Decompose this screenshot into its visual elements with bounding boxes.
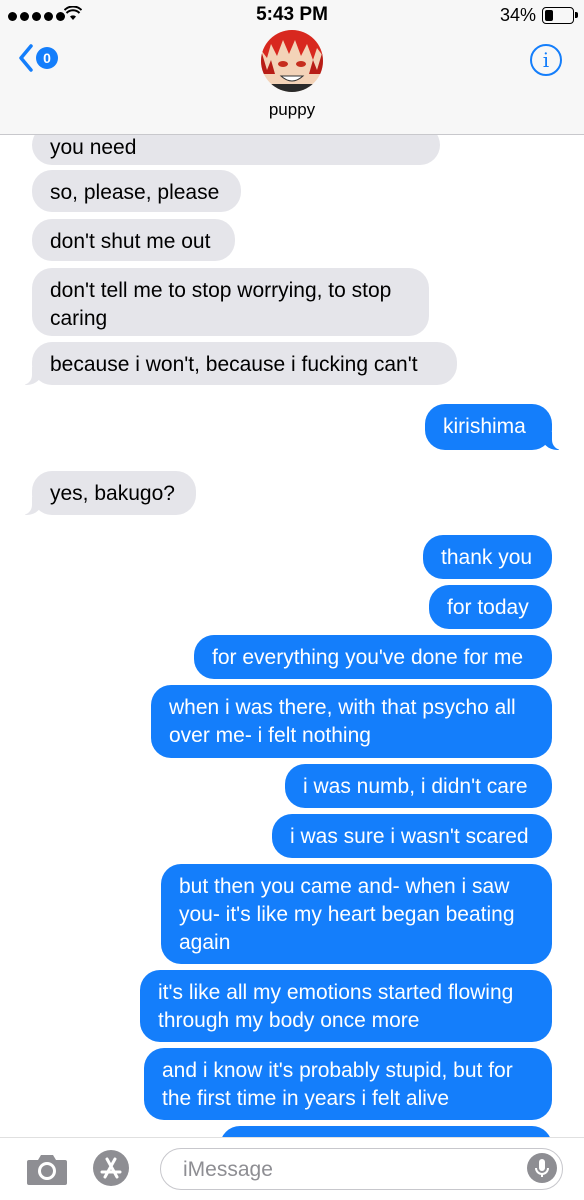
back-button[interactable]: 0 bbox=[18, 44, 58, 72]
message-bubble[interactable]: don't tell me to stop worrying, to stop … bbox=[32, 268, 429, 336]
battery-icon bbox=[542, 7, 578, 24]
battery-percent: 34% bbox=[499, 5, 536, 25]
message-bubble[interactable]: i was numb, i didn't care bbox=[285, 764, 552, 808]
microphone-button[interactable] bbox=[527, 1153, 557, 1183]
message-bubble[interactable]: it's like all my emotions started flowin… bbox=[140, 970, 552, 1042]
app-store-button[interactable] bbox=[93, 1150, 129, 1186]
message-bubble[interactable]: kirishima bbox=[425, 404, 564, 450]
message-bubble[interactable]: you need bbox=[32, 135, 440, 165]
message-bubble[interactable]: because i won't, because i fucking can't bbox=[20, 342, 457, 385]
message-bubble[interactable]: when i was there, with that psycho all o… bbox=[151, 685, 552, 758]
message-list[interactable]: you need so, please, please don't shut m… bbox=[0, 135, 584, 1138]
message-bubble[interactable]: for everything you've done for me bbox=[194, 635, 552, 679]
avatar[interactable] bbox=[261, 30, 323, 92]
message-bubble[interactable]: but then you came and- when i saw you- i… bbox=[161, 864, 552, 964]
message-bubble[interactable]: for today bbox=[429, 585, 552, 629]
message-field[interactable] bbox=[160, 1148, 563, 1190]
microphone-icon bbox=[535, 1159, 549, 1177]
unread-badge: 0 bbox=[36, 47, 58, 69]
conversation-header: 0 puppy i bbox=[0, 30, 584, 135]
app-store-icon bbox=[100, 1157, 122, 1179]
message-bubble[interactable]: don't shut me out bbox=[32, 219, 235, 261]
camera-icon[interactable] bbox=[26, 1152, 68, 1186]
contact-name[interactable]: puppy bbox=[0, 100, 584, 120]
message-bubble[interactable]: and i know it's probably stupid, but for… bbox=[144, 1048, 552, 1120]
message-bubble[interactable]: i was sure i wasn't scared bbox=[272, 814, 552, 858]
message-bubble[interactable]: yes, bakugo? bbox=[20, 471, 196, 515]
info-icon[interactable]: i bbox=[530, 44, 562, 76]
message-bubble[interactable]: so, please, please bbox=[32, 170, 241, 212]
clock: 5:43 PM bbox=[256, 4, 328, 25]
message-input[interactable] bbox=[181, 1155, 515, 1185]
status-bar: 5:43 PM 34% bbox=[0, 0, 584, 30]
back-chevron-icon bbox=[19, 44, 33, 72]
compose-bar bbox=[0, 1137, 584, 1200]
message-bubble[interactable]: thank you bbox=[423, 535, 552, 579]
